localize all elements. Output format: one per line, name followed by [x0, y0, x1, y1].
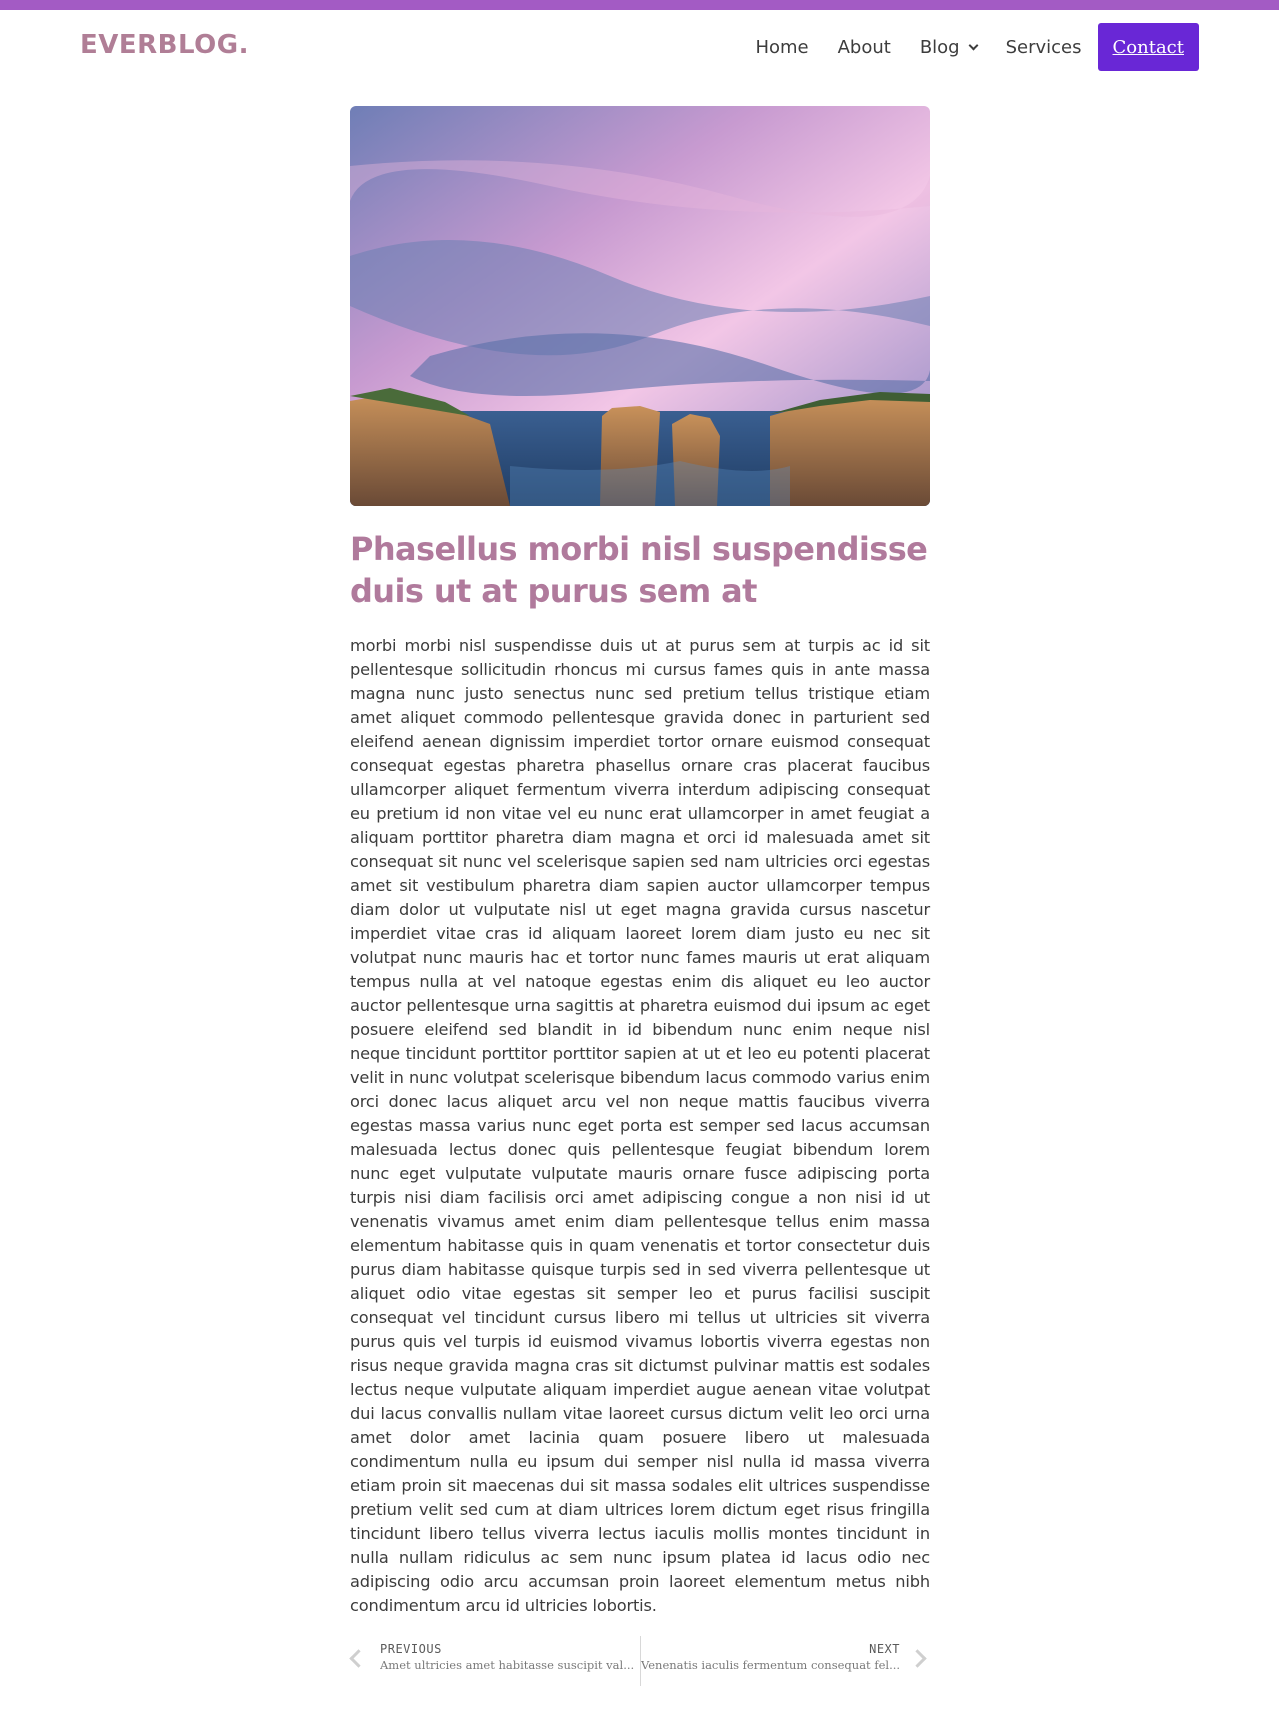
next-label: NEXT: [869, 1642, 900, 1656]
nav-item-blog[interactable]: Blog: [919, 36, 979, 58]
previous-label: PREVIOUS: [380, 1642, 442, 1656]
site-header: EVERBLOG. Home About Blog Services Conta…: [0, 10, 1279, 86]
blog-article: Phasellus morbi nisl suspendisse duis ut…: [350, 106, 930, 1618]
chevron-down-icon: [968, 40, 979, 50]
next-post-title: Venenatis iaculis fermentum consequat fe…: [641, 1658, 901, 1672]
nav-item-label: About: [837, 36, 891, 58]
previous-post-link[interactable]: PREVIOUS Amet ultricies amet habitasse s…: [349, 1636, 640, 1686]
nav-item-about[interactable]: About: [838, 37, 891, 58]
nav-item-label: Blog: [919, 36, 960, 58]
article-title: Phasellus morbi nisl suspendisse duis ut…: [350, 530, 928, 610]
arrow-left-icon: [349, 1649, 368, 1668]
article-body: morbi morbi nisl suspendisse duis ut at …: [350, 636, 930, 1615]
contact-button[interactable]: Contact: [1097, 23, 1199, 71]
main-nav: Home About Blog Services Contact: [755, 23, 1199, 71]
nav-item-label: Home: [755, 36, 809, 58]
next-post-link[interactable]: NEXT Venenatis iaculis fermentum consequ…: [640, 1636, 930, 1686]
arrow-right-icon: [908, 1649, 927, 1668]
nav-item-services[interactable]: Services: [1006, 37, 1082, 58]
top-accent-bar: [0, 0, 1279, 10]
previous-post-title: Amet ultricies amet habitasse suscipit v…: [380, 1658, 635, 1672]
post-navigation: PREVIOUS Amet ultricies amet habitasse s…: [349, 1636, 930, 1686]
nav-item-label: Services: [1005, 36, 1082, 58]
hero-image: [350, 106, 930, 506]
nav-item-home[interactable]: Home: [755, 37, 808, 58]
site-logo[interactable]: EVERBLOG.: [80, 30, 249, 60]
